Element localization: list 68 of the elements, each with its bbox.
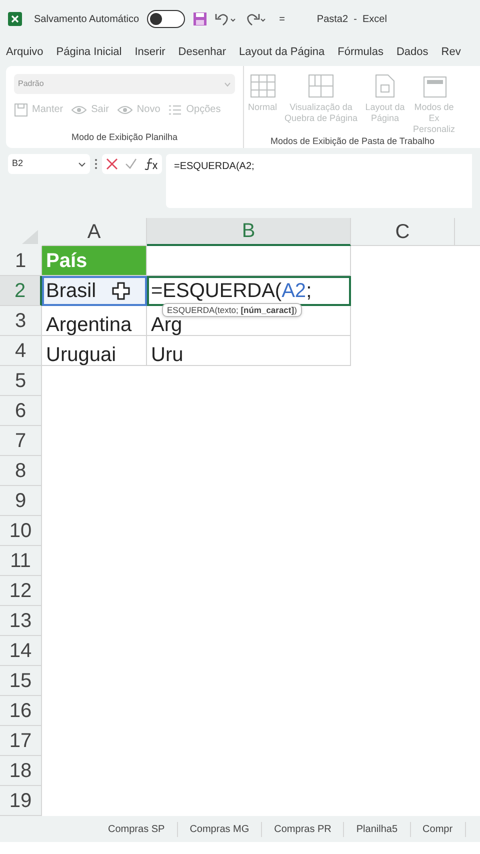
row-header[interactable]: 10 <box>0 516 42 546</box>
row-header[interactable]: 14 <box>0 636 42 666</box>
table-cell: Argentina <box>42 306 147 336</box>
customize-toolbar-button[interactable]: = <box>275 12 289 26</box>
page-break-icon <box>308 74 334 98</box>
redo-icon[interactable] <box>245 12 268 26</box>
autosave-label: Salvamento Automático <box>34 12 140 26</box>
menu-tab[interactable]: Inserir <box>134 44 166 60</box>
menu-tab[interactable]: Desenhar <box>178 44 226 60</box>
menu-tab[interactable]: Rev <box>441 44 461 60</box>
row-header[interactable]: 6 <box>0 396 42 426</box>
table-cell: País <box>42 246 147 276</box>
function-icon[interactable] <box>144 158 158 170</box>
row-header[interactable]: 17 <box>0 726 42 756</box>
menu-tab[interactable]: Página Inicial <box>56 44 122 60</box>
chevron-down-icon <box>224 82 231 86</box>
row-header[interactable]: 19 <box>0 786 42 816</box>
menu-tab[interactable]: Dados <box>396 44 428 60</box>
row-header[interactable]: 15 <box>0 666 42 696</box>
window-title: Pasta2 - Excel <box>316 12 387 26</box>
sheet-tab[interactable]: Compras MG <box>178 822 262 836</box>
row-header[interactable]: 13 <box>0 606 42 636</box>
row-header[interactable]: 3 <box>0 306 42 336</box>
save-icon <box>14 102 28 116</box>
function-tooltip: ESQUERDA(texto; [núm_caract]) <box>162 303 302 317</box>
check-icon[interactable] <box>124 158 137 170</box>
row-header[interactable]: 8 <box>0 456 42 486</box>
sheet-tab[interactable]: Compras SP <box>96 822 178 836</box>
table-cell: Brasil <box>42 276 147 306</box>
menu-tab[interactable]: Fórmulas <box>338 44 384 60</box>
column-header[interactable]: B <box>147 218 351 246</box>
undo-icon[interactable] <box>215 12 238 26</box>
sheet-tab[interactable]: Planilha5 <box>344 822 411 836</box>
menu-tab[interactable]: Layout da Página <box>239 44 325 60</box>
row-header[interactable]: 9 <box>0 486 42 516</box>
sheet-tab[interactable]: Compr <box>410 822 466 836</box>
name-box[interactable]: B2 <box>8 154 90 174</box>
formula-field[interactable]: =ESQUERDA(A2; <box>166 154 472 208</box>
row-header[interactable]: 18 <box>0 756 42 786</box>
row-header[interactable]: 1 <box>0 246 42 276</box>
page-icon <box>375 74 396 98</box>
list-icon <box>168 104 182 116</box>
row-header[interactable]: 7 <box>0 426 42 456</box>
spreadsheet-logo-icon <box>8 12 22 26</box>
active-cell[interactable]: =ESQUERDA(A2; <box>147 276 351 306</box>
table-cell: Uruguai <box>42 336 147 366</box>
cell-cursor-icon <box>112 282 130 300</box>
more-icon <box>94 158 98 170</box>
group-label: Modos de Exibição de Pasta de Trabalho <box>269 135 436 148</box>
chevron-down-icon[interactable] <box>78 162 86 166</box>
column-header[interactable]: C <box>351 218 455 246</box>
row-header[interactable]: 12 <box>0 576 42 606</box>
close-icon[interactable] <box>106 158 118 170</box>
sheet-tab[interactable]: Compras PR <box>262 822 344 836</box>
group-label: Modo de Exibição Planilha <box>70 130 179 144</box>
autosave-toggle[interactable] <box>147 10 186 28</box>
row-header[interactable]: 5 <box>0 366 42 396</box>
eye-icon <box>71 104 88 116</box>
custom-view-icon <box>421 74 448 98</box>
menu-tab[interactable]: Arquivo <box>6 44 44 60</box>
row-header[interactable]: 16 <box>0 696 42 726</box>
table-cell: Uru <box>147 336 351 366</box>
save-icon[interactable] <box>193 12 208 26</box>
row-header[interactable]: 2 <box>0 276 42 306</box>
row-header[interactable]: 11 <box>0 546 42 576</box>
eye-icon <box>116 104 133 116</box>
row-header[interactable]: 4 <box>0 336 42 366</box>
grid-icon <box>250 74 276 98</box>
